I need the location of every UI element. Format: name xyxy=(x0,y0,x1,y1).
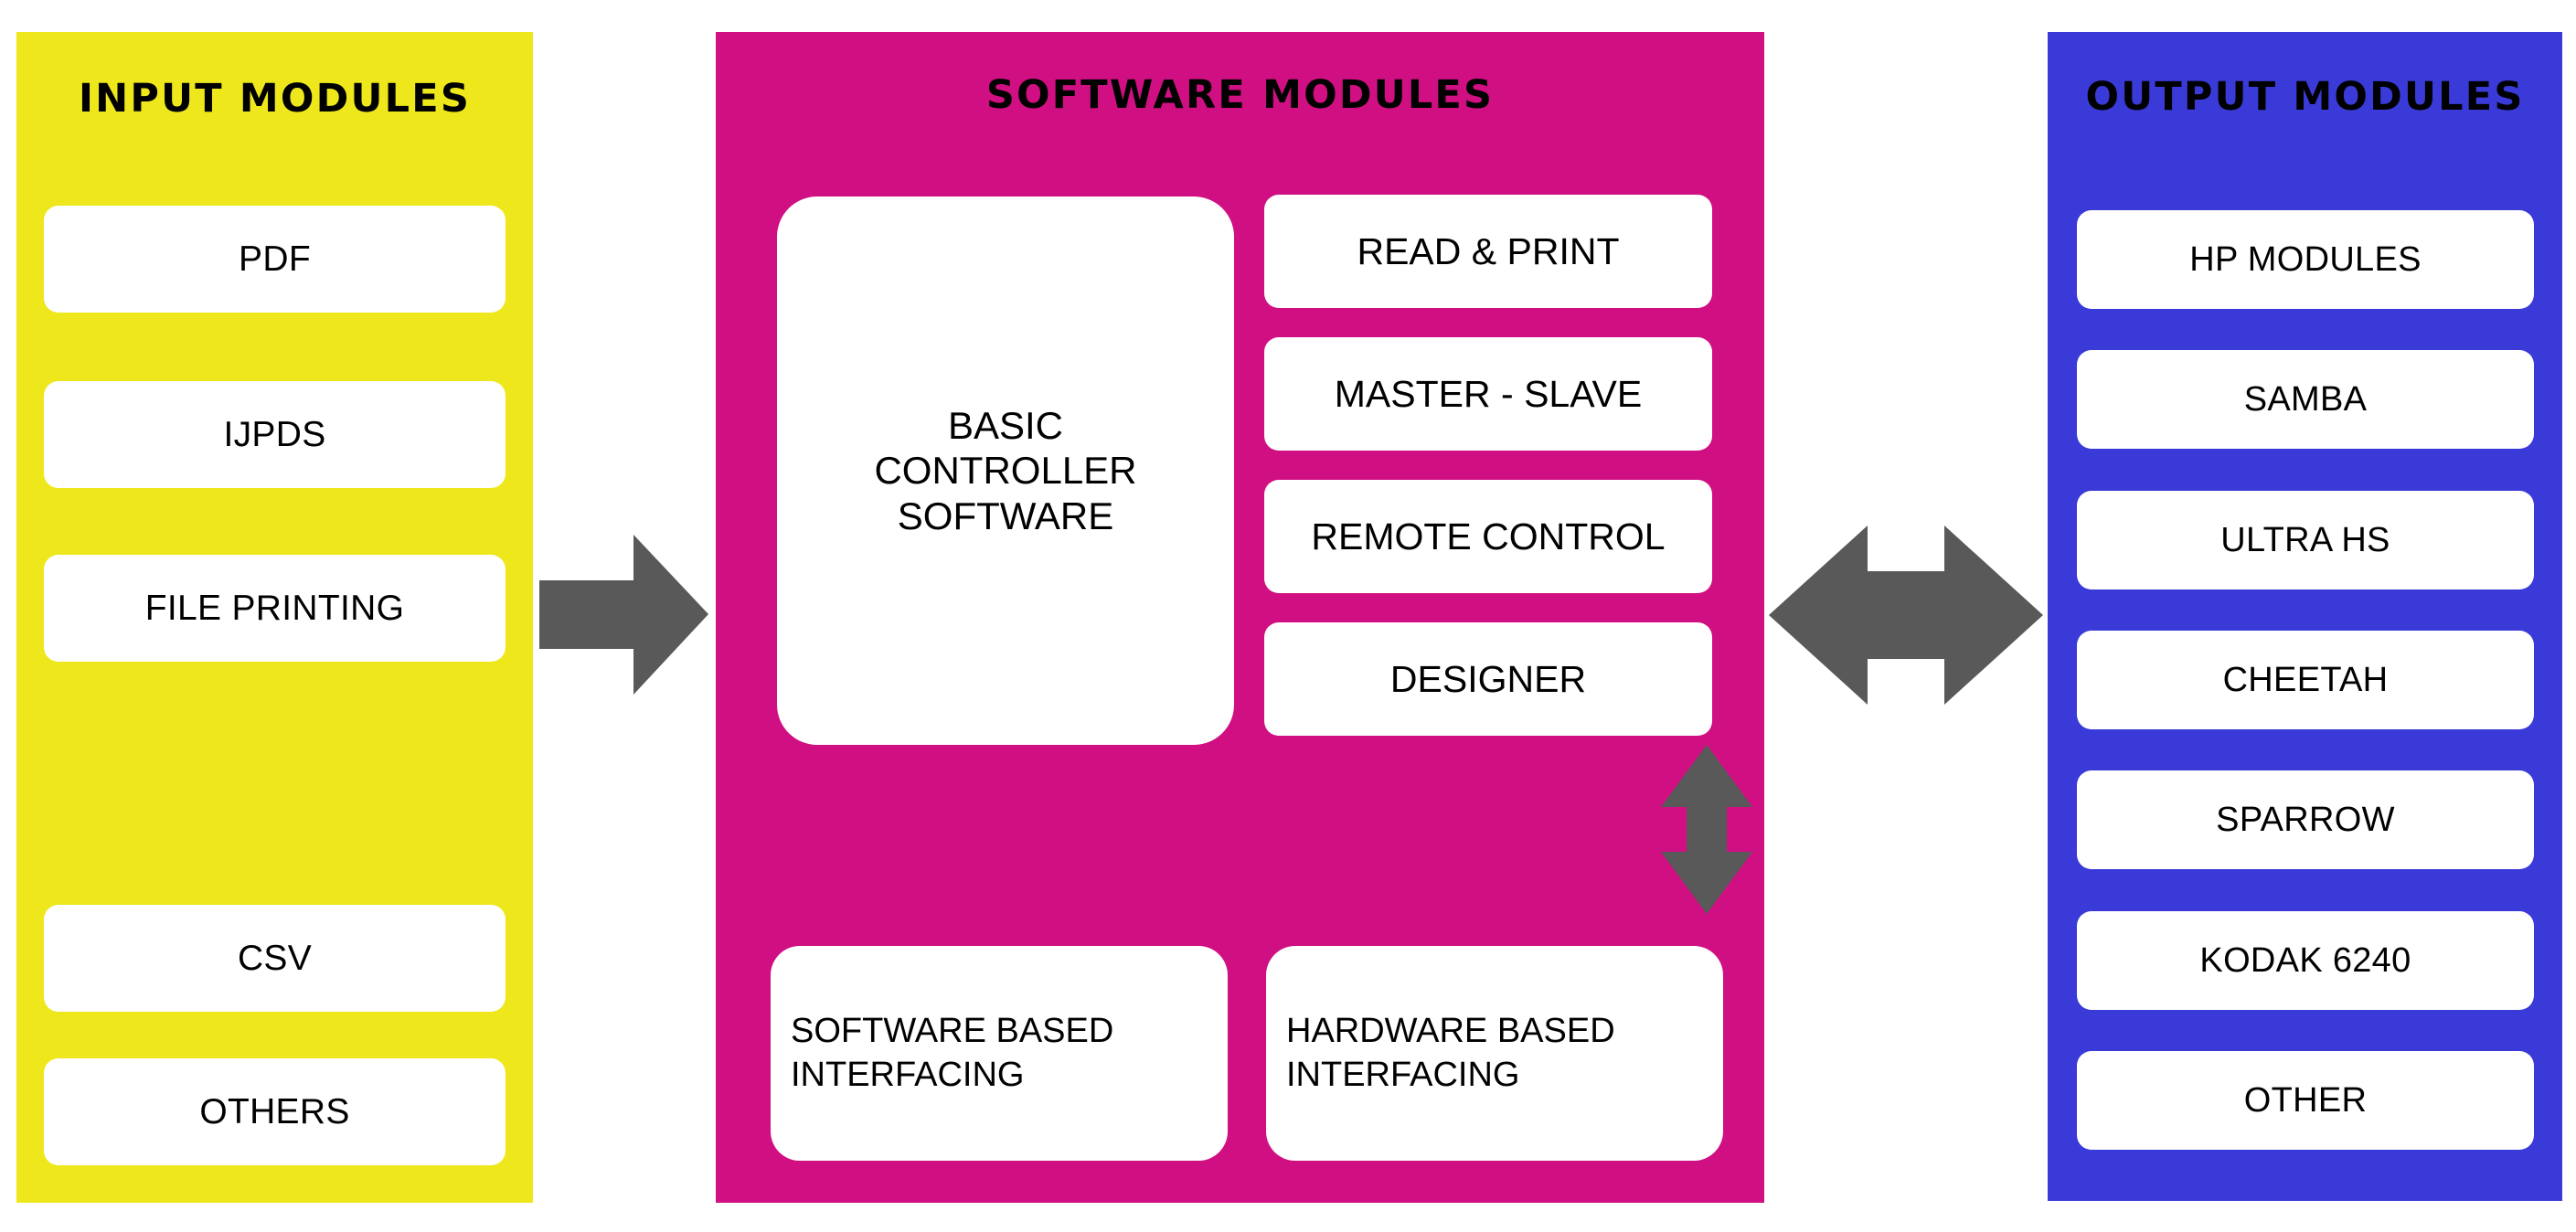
output-modules-title: OUTPUT MODULES xyxy=(2085,74,2525,120)
software-module-card[interactable]: MASTER - SLAVE xyxy=(1264,337,1712,451)
software-based-interfacing-card[interactable]: SOFTWARE BASED INTERFACING xyxy=(771,946,1228,1161)
arrow-right-icon xyxy=(539,535,708,699)
software-module-card[interactable]: DESIGNER xyxy=(1264,622,1712,736)
interfacing-line-2: INTERFACING xyxy=(1286,1055,1520,1094)
basic-controller-software-card[interactable]: BASIC CONTROLLER SOFTWARE xyxy=(777,196,1234,745)
controller-line-2: CONTROLLER xyxy=(874,449,1137,493)
output-modules-panel: OUTPUT MODULES HP MODULES SAMBA ULTRA HS… xyxy=(2048,32,2562,1201)
hardware-based-interfacing-card[interactable]: HARDWARE BASED INTERFACING xyxy=(1266,946,1723,1161)
output-module-card[interactable]: KODAK 6240 xyxy=(2077,911,2534,1010)
controller-line-3: SOFTWARE xyxy=(897,494,1114,537)
software-modules-panel: SOFTWARE MODULES BASIC CONTROLLER SOFTWA… xyxy=(716,32,1764,1203)
output-module-card[interactable]: SPARROW xyxy=(2077,770,2534,869)
input-module-card[interactable]: OTHERS xyxy=(44,1058,506,1165)
input-module-card[interactable]: IJPDS xyxy=(44,381,506,488)
arrow-up-down-icon xyxy=(1661,745,1752,919)
arrow-left-right-icon xyxy=(1769,505,2043,729)
controller-line-1: BASIC xyxy=(947,404,1064,448)
interfacing-line-2: INTERFACING xyxy=(791,1055,1025,1094)
input-module-card[interactable]: CSV xyxy=(44,905,506,1012)
output-module-card[interactable]: CHEETAH xyxy=(2077,631,2534,729)
output-module-card[interactable]: OTHER xyxy=(2077,1051,2534,1150)
input-modules-title: INPUT MODULES xyxy=(78,76,472,122)
interfacing-line-1: HARDWARE BASED xyxy=(1286,1012,1615,1050)
input-module-card[interactable]: FILE PRINTING xyxy=(44,555,506,662)
output-module-card[interactable]: HP MODULES xyxy=(2077,210,2534,309)
output-module-card[interactable]: SAMBA xyxy=(2077,350,2534,449)
software-modules-title: SOFTWARE MODULES xyxy=(985,72,1495,118)
input-modules-panel: INPUT MODULES PDF IJPDS FILE PRINTING CS… xyxy=(16,32,533,1203)
output-module-card[interactable]: ULTRA HS xyxy=(2077,491,2534,589)
interfacing-line-1: SOFTWARE BASED xyxy=(791,1012,1114,1050)
input-module-card[interactable]: PDF xyxy=(44,206,506,313)
software-module-card[interactable]: READ & PRINT xyxy=(1264,195,1712,308)
software-module-card[interactable]: REMOTE CONTROL xyxy=(1264,480,1712,593)
